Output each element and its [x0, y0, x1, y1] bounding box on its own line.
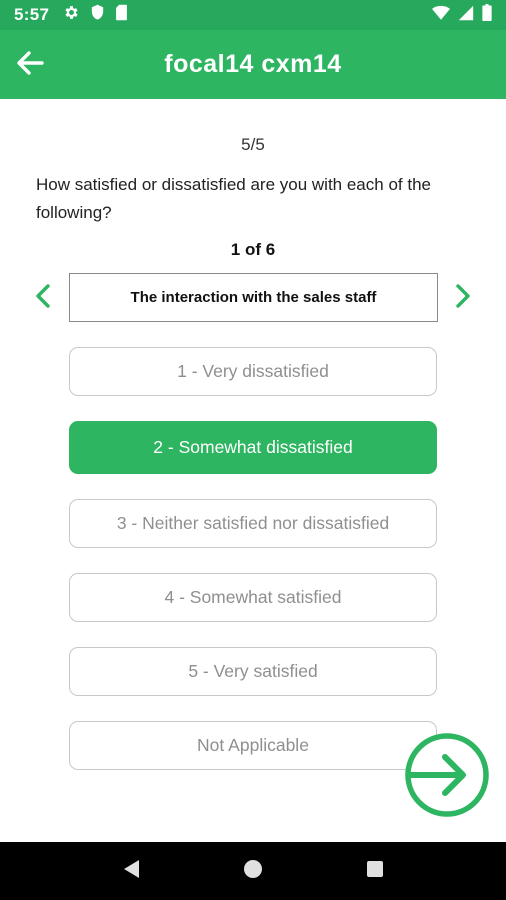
option-somewhat-satisfied[interactable]: 4 - Somewhat satisfied — [69, 573, 437, 622]
battery-icon — [482, 4, 492, 26]
option-very-satisfied[interactable]: 5 - Very satisfied — [69, 647, 437, 696]
recents-square-icon — [365, 859, 385, 884]
system-nav-bar — [0, 842, 506, 900]
current-item-label: The interaction with the sales staff — [69, 273, 438, 322]
app-title: focal14 cxm14 — [164, 50, 342, 78]
sim-card-icon — [115, 4, 128, 26]
item-counter: 1 of 6 — [230, 240, 276, 259]
option-very-dissatisfied[interactable]: 1 - Very dissatisfied — [69, 347, 437, 396]
option-neither[interactable]: 3 - Neither satisfied nor dissatisfied — [69, 499, 437, 548]
shield-icon — [90, 4, 105, 26]
next-page-button[interactable] — [405, 733, 489, 817]
question-text: How satisfied or dissatisfied are you wi… — [36, 175, 431, 222]
system-back-button[interactable] — [116, 856, 146, 886]
back-triangle-icon — [121, 858, 141, 885]
wifi-icon — [432, 5, 450, 26]
survey-progress: 5/5 — [241, 135, 265, 154]
status-bar: 5:57 — [0, 0, 506, 30]
gear-icon — [63, 4, 80, 26]
chevron-right-icon — [455, 283, 471, 313]
arrow-left-icon — [16, 50, 44, 81]
system-home-button[interactable] — [238, 856, 268, 886]
status-right-icons — [432, 4, 492, 26]
chevron-left-icon — [35, 283, 51, 313]
status-left-icons — [63, 4, 128, 26]
app-bar: focal14 cxm14 — [0, 30, 506, 99]
status-time: 5:57 — [14, 5, 50, 24]
previous-item-button[interactable] — [28, 283, 58, 313]
signal-icon — [458, 5, 474, 26]
back-button[interactable] — [14, 50, 46, 80]
home-circle-icon — [242, 858, 264, 885]
arrow-circle-right-icon — [405, 733, 489, 821]
option-not-applicable[interactable]: Not Applicable — [69, 721, 437, 770]
option-somewhat-dissatisfied[interactable]: 2 - Somewhat dissatisfied — [69, 421, 437, 474]
system-recents-button[interactable] — [360, 856, 390, 886]
next-item-button[interactable] — [448, 283, 478, 313]
